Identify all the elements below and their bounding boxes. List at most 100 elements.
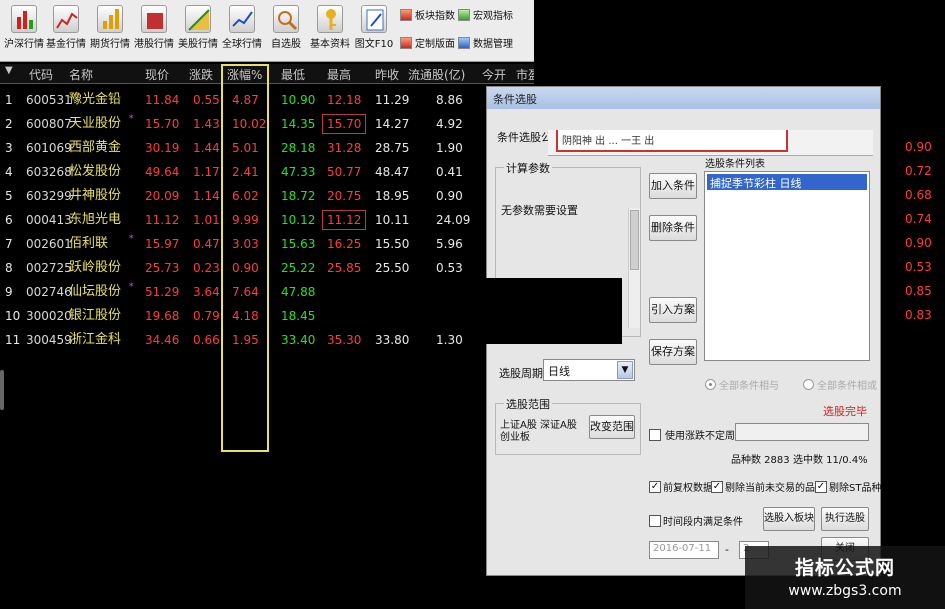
black-mask <box>474 278 622 344</box>
add-condition-button[interactable]: 加入条件 <box>649 173 697 199</box>
cell-price: 20.09 <box>145 189 180 203</box>
condition-list[interactable]: 捕捉季节彩柱 日线 <box>704 171 870 361</box>
params-scrollbar[interactable] <box>628 208 640 328</box>
cell-idx: 6 <box>5 213 13 227</box>
watermark-url: www.zbgs3.com <box>788 583 902 599</box>
toolbar-button-f10[interactable]: 图文F10 <box>352 2 396 60</box>
cell-low: 47.33 <box>281 165 316 179</box>
cell-code: 603299 <box>26 189 72 203</box>
cell-price: 49.64 <box>145 165 180 179</box>
toolbar-button-futures-quotes[interactable]: 期货行情 <box>88 2 132 60</box>
cell-price: 51.29 <box>145 285 180 299</box>
cell-float: 24.09 <box>436 213 471 227</box>
exclude-suspended-checkbox[interactable]: ✓ <box>711 481 723 493</box>
cell-name: 天业股份 <box>69 116 122 131</box>
execute-selection-button[interactable]: 执行选股 <box>821 507 869 531</box>
cell-float: 5.96 <box>436 237 463 251</box>
right-edge-value: 0.90 <box>905 236 932 250</box>
period-label: 选股周期 <box>499 367 543 380</box>
cell-change: 1.44 <box>193 141 220 155</box>
cell-idx: 1 <box>5 93 13 107</box>
cell-idx: 5 <box>5 189 13 203</box>
use-price-limit-label: 使用涨跌不定周期 <box>665 431 745 442</box>
cell-price: 11.84 <box>145 93 180 107</box>
no-params-text: 无参数需要设置 <box>501 204 578 217</box>
toolbar-button-us-quotes[interactable]: 美股行情 <box>176 2 220 60</box>
cell-code: 300020 <box>26 309 72 323</box>
toolbar-button-custom-layout[interactable]: 定制版面 <box>400 36 455 54</box>
table-row[interactable]: 6 000413 东旭光电 11.12 1.01 9.99 10.12 11.12 10.11 2… <box>0 208 560 232</box>
table-row[interactable]: 1 600531 豫光金铅 11.84 0.55 4.87 10.90 12.18 11.29 8… <box>0 88 560 112</box>
line-chart-icon <box>53 5 79 33</box>
toolbar-button-hk-quotes[interactable]: 港股行情 <box>132 2 176 60</box>
toolbar-button-fund-quotes[interactable]: 基金行情 <box>44 2 88 60</box>
left-scroll-handle[interactable] <box>0 370 4 410</box>
row-star-marker: * <box>129 234 134 244</box>
import-plan-button[interactable]: 引入方案 <box>649 297 697 323</box>
cell-code: 600531 <box>26 93 72 107</box>
column-header-high[interactable]: 最高 <box>327 66 351 83</box>
table-row[interactable]: 5 603299 井神股份 20.09 1.14 6.02 18.72 20.75 18.95 0… <box>0 184 560 208</box>
cell-float: 0.41 <box>436 165 463 179</box>
formula-name-field[interactable]: 阴阳神 出 ... 一王 出 <box>556 130 788 152</box>
rising-chart-icon <box>185 5 211 33</box>
pre-adjust-checkbox[interactable]: ✓ <box>649 481 661 493</box>
cell-low: 47.88 <box>281 285 316 299</box>
add-to-block-button[interactable]: 选股入板块 <box>763 507 815 531</box>
cell-name: 银江股份 <box>69 308 122 323</box>
change-range-button[interactable]: 改变范围 <box>589 415 635 439</box>
column-header-change[interactable]: 涨跌 <box>189 66 213 83</box>
chevron-down-icon[interactable]: ▼ <box>617 361 633 379</box>
cell-code: 600807 <box>26 117 72 131</box>
cell-high: 25.85 <box>327 261 362 275</box>
cell-price: 30.19 <box>145 141 180 155</box>
time-condition-checkbox[interactable] <box>649 515 661 527</box>
table-row[interactable]: 7 002601 佰利联 15.97 0.47 3.03 15.63 16.25 15.50 5.… <box>0 232 560 256</box>
period-select[interactable]: 日线 ▼ <box>543 359 635 381</box>
use-price-limit-checkbox[interactable] <box>649 429 661 441</box>
price-limit-field[interactable] <box>735 423 869 441</box>
cell-float: 1.30 <box>436 333 463 347</box>
column-header-code[interactable]: 代码 <box>29 66 53 83</box>
save-plan-button[interactable]: 保存方案 <box>649 339 697 365</box>
exclude-st-checkbox[interactable]: ✓ <box>815 481 827 493</box>
cell-code: 601069 <box>26 141 72 155</box>
all-or-radio[interactable] <box>803 379 814 390</box>
table-row[interactable]: 3 601069 西部黄金 30.19 1.44 5.01 28.18 31.28 28.75 1… <box>0 136 560 160</box>
toolbar-button-macro-indicators[interactable]: 宏观指标 <box>458 8 513 26</box>
toolbar-button-shsz-quotes[interactable]: 沪深行情 <box>2 2 46 60</box>
cell-float: 8.86 <box>436 93 463 107</box>
cell-price: 19.68 <box>145 309 180 323</box>
cell-name: 佰利联 <box>69 236 109 251</box>
cell-idx: 11 <box>5 333 21 347</box>
toolbar-button-global-quotes[interactable]: 全球行情 <box>220 2 264 60</box>
delete-condition-button[interactable]: 删除条件 <box>649 215 697 241</box>
params-scroll-thumb[interactable] <box>630 210 639 270</box>
toolbar-button-sector-index[interactable]: 板块指数 <box>400 8 455 26</box>
column-header-prev-close[interactable]: 昨收 <box>375 66 399 83</box>
cell-low: 10.12 <box>281 213 316 227</box>
cell-high: 12.18 <box>327 93 362 107</box>
column-header-low[interactable]: 最低 <box>281 66 305 83</box>
toolbar-button-watchlist[interactable]: 自选股 <box>264 2 308 60</box>
column-header-price[interactable]: 现价 <box>145 66 169 83</box>
cell-low: 25.22 <box>281 261 316 275</box>
right-edge-value: 0.83 <box>905 308 932 322</box>
cell-prev: 11.29 <box>375 93 410 107</box>
toolbar-button-data-management[interactable]: 数据管理 <box>458 36 513 54</box>
column-header-float-shares[interactable]: 流通股(亿) <box>408 66 465 83</box>
date-from-field[interactable]: 2016-07-11 <box>649 541 719 559</box>
column-header-name[interactable]: 名称 <box>69 66 93 83</box>
table-row[interactable]: 2 600807 天业股份 15.70 1.43 10.02 14.35 15.70 14.27… <box>0 112 560 136</box>
row-star-marker: * <box>129 114 134 124</box>
all-or-label: 全部条件相或 <box>817 381 877 392</box>
cell-change: 0.23 <box>193 261 220 275</box>
cell-change: 0.55 <box>193 93 220 107</box>
all-and-radio[interactable] <box>705 379 716 390</box>
sort-menu-icon[interactable]: ▼ <box>5 65 13 76</box>
table-row[interactable]: 4 603268 松发股份 49.64 1.17 2.41 47.33 50.77 48.47 0… <box>0 160 560 184</box>
table-row[interactable]: 8 002725 跃岭股份 25.73 0.23 0.90 25.22 25.85 25.50 0… <box>0 256 560 280</box>
toolbar-button-basic-info[interactable]: 基本资料 <box>308 2 352 60</box>
column-header-open[interactable]: 今开 <box>482 66 506 83</box>
condition-list-item[interactable]: 捕捉季节彩柱 日线 <box>707 174 867 190</box>
